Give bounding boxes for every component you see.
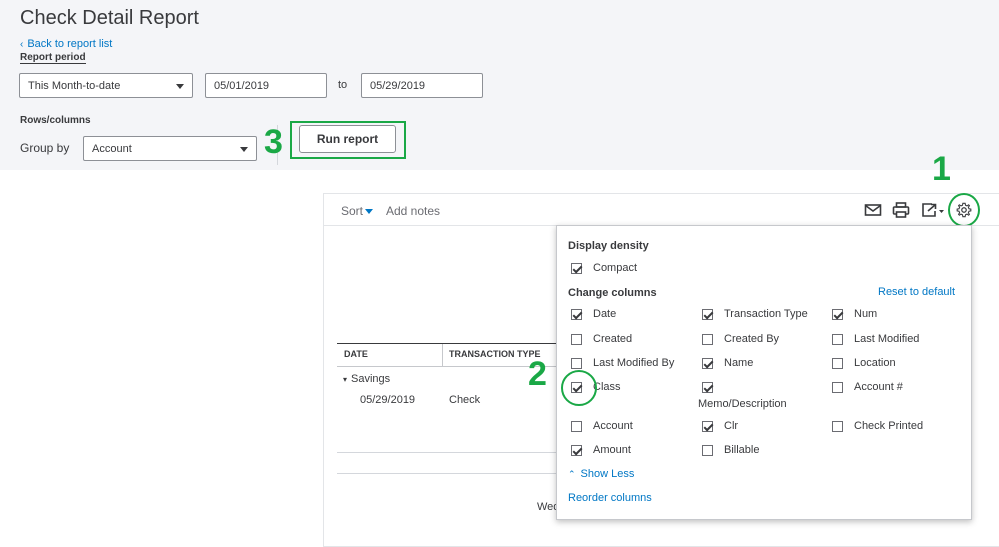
report-period-label: Report period	[20, 52, 86, 64]
column-header-date[interactable]: DATE	[344, 349, 368, 359]
checkbox[interactable]	[702, 421, 713, 432]
column-option-account[interactable]: Account	[571, 420, 633, 432]
add-notes-button[interactable]: Add notes	[386, 204, 440, 218]
report-period-select[interactable]: This Month-to-date	[19, 73, 193, 98]
column-header-transaction-type[interactable]: TRANSACTION TYPE	[449, 349, 541, 359]
column-option-label: Amount	[593, 444, 631, 456]
chevron-down-icon	[240, 146, 248, 152]
to-label: to	[338, 79, 348, 91]
column-option-memo-description[interactable]: Memo/Description	[698, 381, 787, 410]
group-label: Savings	[351, 373, 391, 385]
back-to-report-list-link[interactable]: ‹ Back to report list	[20, 38, 112, 50]
compact-checkbox[interactable]: Compact	[571, 262, 637, 274]
column-option-last-modified-by[interactable]: Last Modified By	[571, 357, 674, 369]
checkbox[interactable]	[571, 334, 582, 345]
annotation-step-1: 1	[932, 150, 951, 188]
column-option-date[interactable]: Date	[571, 308, 616, 320]
chevron-down-icon	[365, 209, 374, 215]
compact-label: Compact	[593, 262, 638, 274]
column-option-label: Check Printed	[854, 420, 924, 432]
change-columns-title: Change columns	[568, 287, 657, 299]
run-report-button[interactable]: Run report	[299, 125, 396, 153]
group-row-savings[interactable]: ▾ Savings	[343, 373, 390, 385]
column-option-label: Last Modified By	[593, 357, 675, 369]
column-option-transaction-type[interactable]: Transaction Type	[702, 308, 808, 320]
group-by-label: Group by	[20, 141, 70, 155]
chevron-down-icon	[176, 83, 184, 89]
reset-to-default-link[interactable]: Reset to default	[878, 286, 955, 298]
show-less-label: Show Less	[580, 468, 635, 480]
row-type[interactable]: Check	[449, 394, 480, 406]
column-option-label: Transaction Type	[724, 308, 808, 320]
sort-label: Sort	[341, 204, 364, 218]
caret-down-icon: ▾	[343, 375, 348, 384]
column-option-label: Memo/Description	[698, 398, 787, 410]
divider	[337, 452, 557, 453]
checkbox[interactable]	[571, 263, 582, 274]
checkbox[interactable]	[571, 309, 582, 320]
start-date-input[interactable]: 05/01/2019	[205, 73, 327, 98]
checkbox[interactable]	[702, 334, 713, 345]
checkbox[interactable]	[832, 334, 843, 345]
column-option-amount[interactable]: Amount	[571, 444, 631, 456]
reorder-columns-link[interactable]: Reorder columns	[568, 492, 652, 504]
print-icon[interactable]	[892, 202, 910, 218]
report-period-value: This Month-to-date	[28, 79, 121, 92]
checkbox[interactable]	[832, 382, 843, 393]
chevron-left-icon: ‹	[20, 39, 24, 50]
annotation-step-2: 2	[528, 355, 547, 393]
column-option-label: Date	[593, 308, 617, 320]
annotation-highlight-gear	[948, 193, 980, 227]
row-date: 05/29/2019	[360, 394, 416, 406]
end-date-input[interactable]: 05/29/2019	[361, 73, 483, 98]
checkbox[interactable]	[571, 358, 582, 369]
column-option-label: Last Modified	[854, 333, 920, 345]
checkbox[interactable]	[702, 309, 713, 320]
column-option-label: Account #	[854, 381, 903, 393]
checkbox[interactable]	[571, 421, 582, 432]
column-option-check-printed[interactable]: Check Printed	[832, 420, 923, 432]
back-link-label: Back to report list	[27, 38, 113, 50]
column-option-location[interactable]: Location	[832, 357, 896, 369]
checkbox[interactable]	[702, 382, 713, 393]
column-option-label: Class	[593, 381, 621, 393]
column-option-clr[interactable]: Clr	[702, 420, 738, 432]
column-option-created[interactable]: Created	[571, 333, 632, 345]
checkbox[interactable]	[832, 358, 843, 369]
annotation-step-3: 3	[264, 123, 283, 161]
checkbox[interactable]	[702, 358, 713, 369]
column-option-billable[interactable]: Billable	[702, 444, 759, 456]
column-divider	[442, 344, 443, 366]
column-option-label: Num	[854, 308, 878, 320]
page-title: Check Detail Report	[20, 7, 199, 29]
export-icon[interactable]	[921, 202, 945, 218]
annotation-highlight-class	[561, 370, 597, 406]
group-by-select[interactable]: Account	[83, 136, 257, 161]
chevron-up-icon: ⌃	[568, 469, 576, 479]
column-option-label: Clr	[724, 420, 739, 432]
column-option-num[interactable]: Num	[832, 308, 877, 320]
column-option-label: Location	[854, 357, 896, 369]
column-option-created-by[interactable]: Created By	[702, 333, 779, 345]
checkbox[interactable]	[832, 309, 843, 320]
checkbox[interactable]	[571, 445, 582, 456]
column-option-account[interactable]: Account #	[832, 381, 903, 393]
column-option-label: Account	[593, 420, 633, 432]
divider	[337, 473, 557, 474]
show-less-link[interactable]: ⌃ Show Less	[568, 468, 634, 480]
rows-columns-label: Rows/columns	[20, 115, 91, 126]
column-option-label: Created	[593, 333, 633, 345]
column-option-label: Name	[724, 357, 754, 369]
column-option-label: Billable	[724, 444, 760, 456]
checkbox[interactable]	[702, 445, 713, 456]
group-by-value: Account	[92, 142, 132, 155]
display-density-title: Display density	[568, 240, 649, 252]
column-option-label: Created By	[724, 333, 780, 345]
column-option-last-modified[interactable]: Last Modified	[832, 333, 919, 345]
column-option-name[interactable]: Name	[702, 357, 753, 369]
email-icon[interactable]	[864, 202, 882, 218]
checkbox[interactable]	[832, 421, 843, 432]
sort-dropdown[interactable]: Sort	[341, 204, 374, 218]
